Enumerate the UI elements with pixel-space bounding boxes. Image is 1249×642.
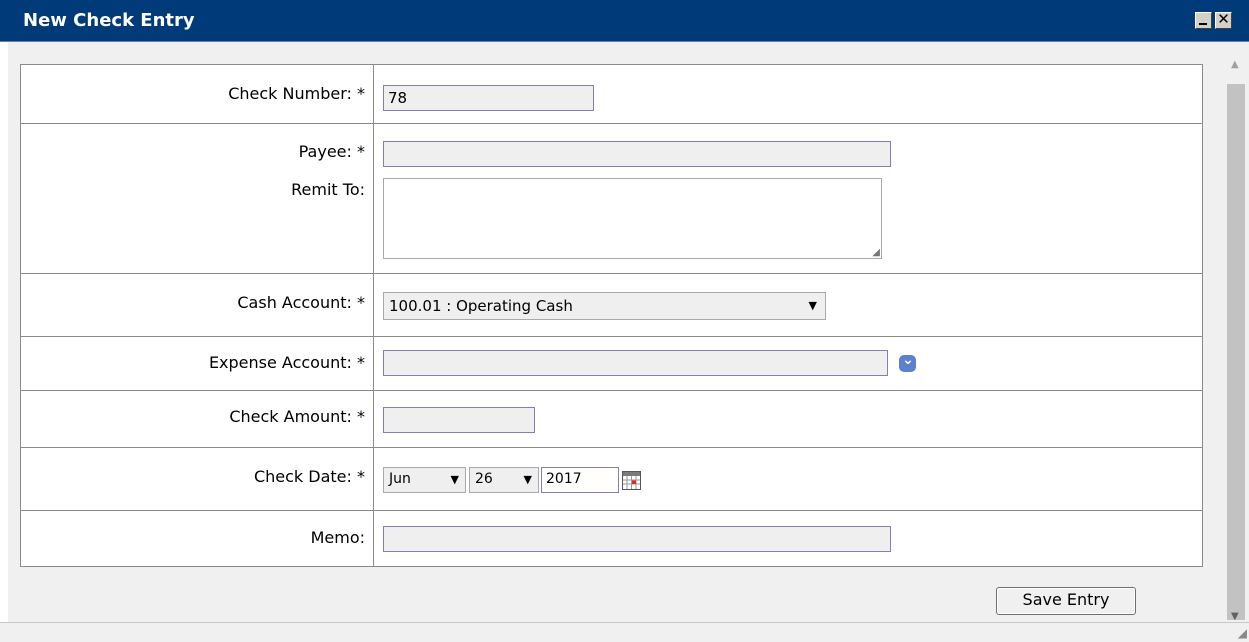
- cash-account-label: Cash Account: *: [237, 293, 365, 312]
- day-dropdown-arrow-icon: ▼: [523, 473, 532, 486]
- row-cash-account: Cash Account: * 100.01 : Operating Cash …: [20, 273, 1203, 337]
- window-title: New Check Entry: [23, 10, 195, 31]
- row-check-date: Check Date: * Jun ▼ 26 ▼ 2017: [20, 447, 1203, 511]
- expense-account-label: Expense Account: *: [208, 353, 365, 372]
- scroll-down-arrow-icon[interactable]: ▼: [1231, 612, 1239, 622]
- check-date-month-value: Jun: [389, 471, 411, 487]
- cash-account-select[interactable]: 100.01 : Operating Cash ▼: [383, 292, 826, 320]
- check-entry-form: Check Number: * 78 Payee: * Remit To: ◢ …: [20, 64, 1203, 567]
- check-date-day-select[interactable]: 26 ▼: [469, 467, 539, 493]
- dropdown-arrow-icon: ▼: [808, 299, 817, 312]
- memo-input[interactable]: [383, 526, 891, 552]
- check-number-input[interactable]: 78: [383, 85, 594, 111]
- close-icon: ✕: [1217, 10, 1230, 28]
- payee-input[interactable]: [383, 141, 891, 167]
- row-memo: Memo:: [20, 510, 1203, 567]
- scroll-up-arrow-icon[interactable]: ▲: [1231, 60, 1239, 70]
- chevron-down-icon: ⌄: [902, 351, 914, 368]
- minimize-button[interactable]: [1195, 12, 1212, 29]
- check-number-label: Check Number: *: [228, 84, 365, 103]
- row-expense-account: Expense Account: * ⌄: [20, 336, 1203, 391]
- row-check-amount: Check Amount: *: [20, 390, 1203, 448]
- check-date-day-value: 26: [475, 471, 493, 487]
- calendar-icon[interactable]: [622, 470, 641, 490]
- row-payee-remit: Payee: * Remit To: ◢: [20, 123, 1203, 274]
- month-dropdown-arrow-icon: ▼: [450, 473, 459, 486]
- resize-grip-icon[interactable]: ◢: [872, 248, 880, 258]
- vertical-scrollbar[interactable]: ▲ ▼: [1224, 42, 1249, 622]
- check-date-month-select[interactable]: Jun ▼: [383, 467, 466, 493]
- memo-label: Memo:: [310, 528, 365, 547]
- cash-account-selected: 100.01 : Operating Cash: [389, 297, 573, 315]
- window-title-bar: New Check Entry ✕: [0, 0, 1249, 42]
- row-check-number: Check Number: * 78: [20, 64, 1203, 124]
- check-date-label: Check Date: *: [253, 467, 365, 486]
- check-amount-input[interactable]: [383, 407, 535, 433]
- close-button[interactable]: ✕: [1215, 10, 1232, 29]
- check-amount-label: Check Amount: *: [229, 407, 365, 426]
- minimize-icon: [1199, 23, 1207, 25]
- remit-to-textarea[interactable]: ◢: [383, 178, 882, 259]
- status-bar: ◢: [0, 622, 1249, 642]
- expense-account-dropdown-button[interactable]: ⌄: [899, 351, 917, 372]
- check-date-year-input[interactable]: 2017: [541, 467, 619, 493]
- scrollbar-thumb[interactable]: [1227, 84, 1245, 620]
- payee-label: Payee: *: [298, 142, 365, 161]
- remit-to-label: Remit To:: [291, 180, 365, 199]
- save-entry-button[interactable]: Save Entry: [996, 587, 1136, 615]
- expense-account-input[interactable]: [383, 350, 888, 376]
- window-resize-grip-icon[interactable]: ◢: [1238, 626, 1247, 640]
